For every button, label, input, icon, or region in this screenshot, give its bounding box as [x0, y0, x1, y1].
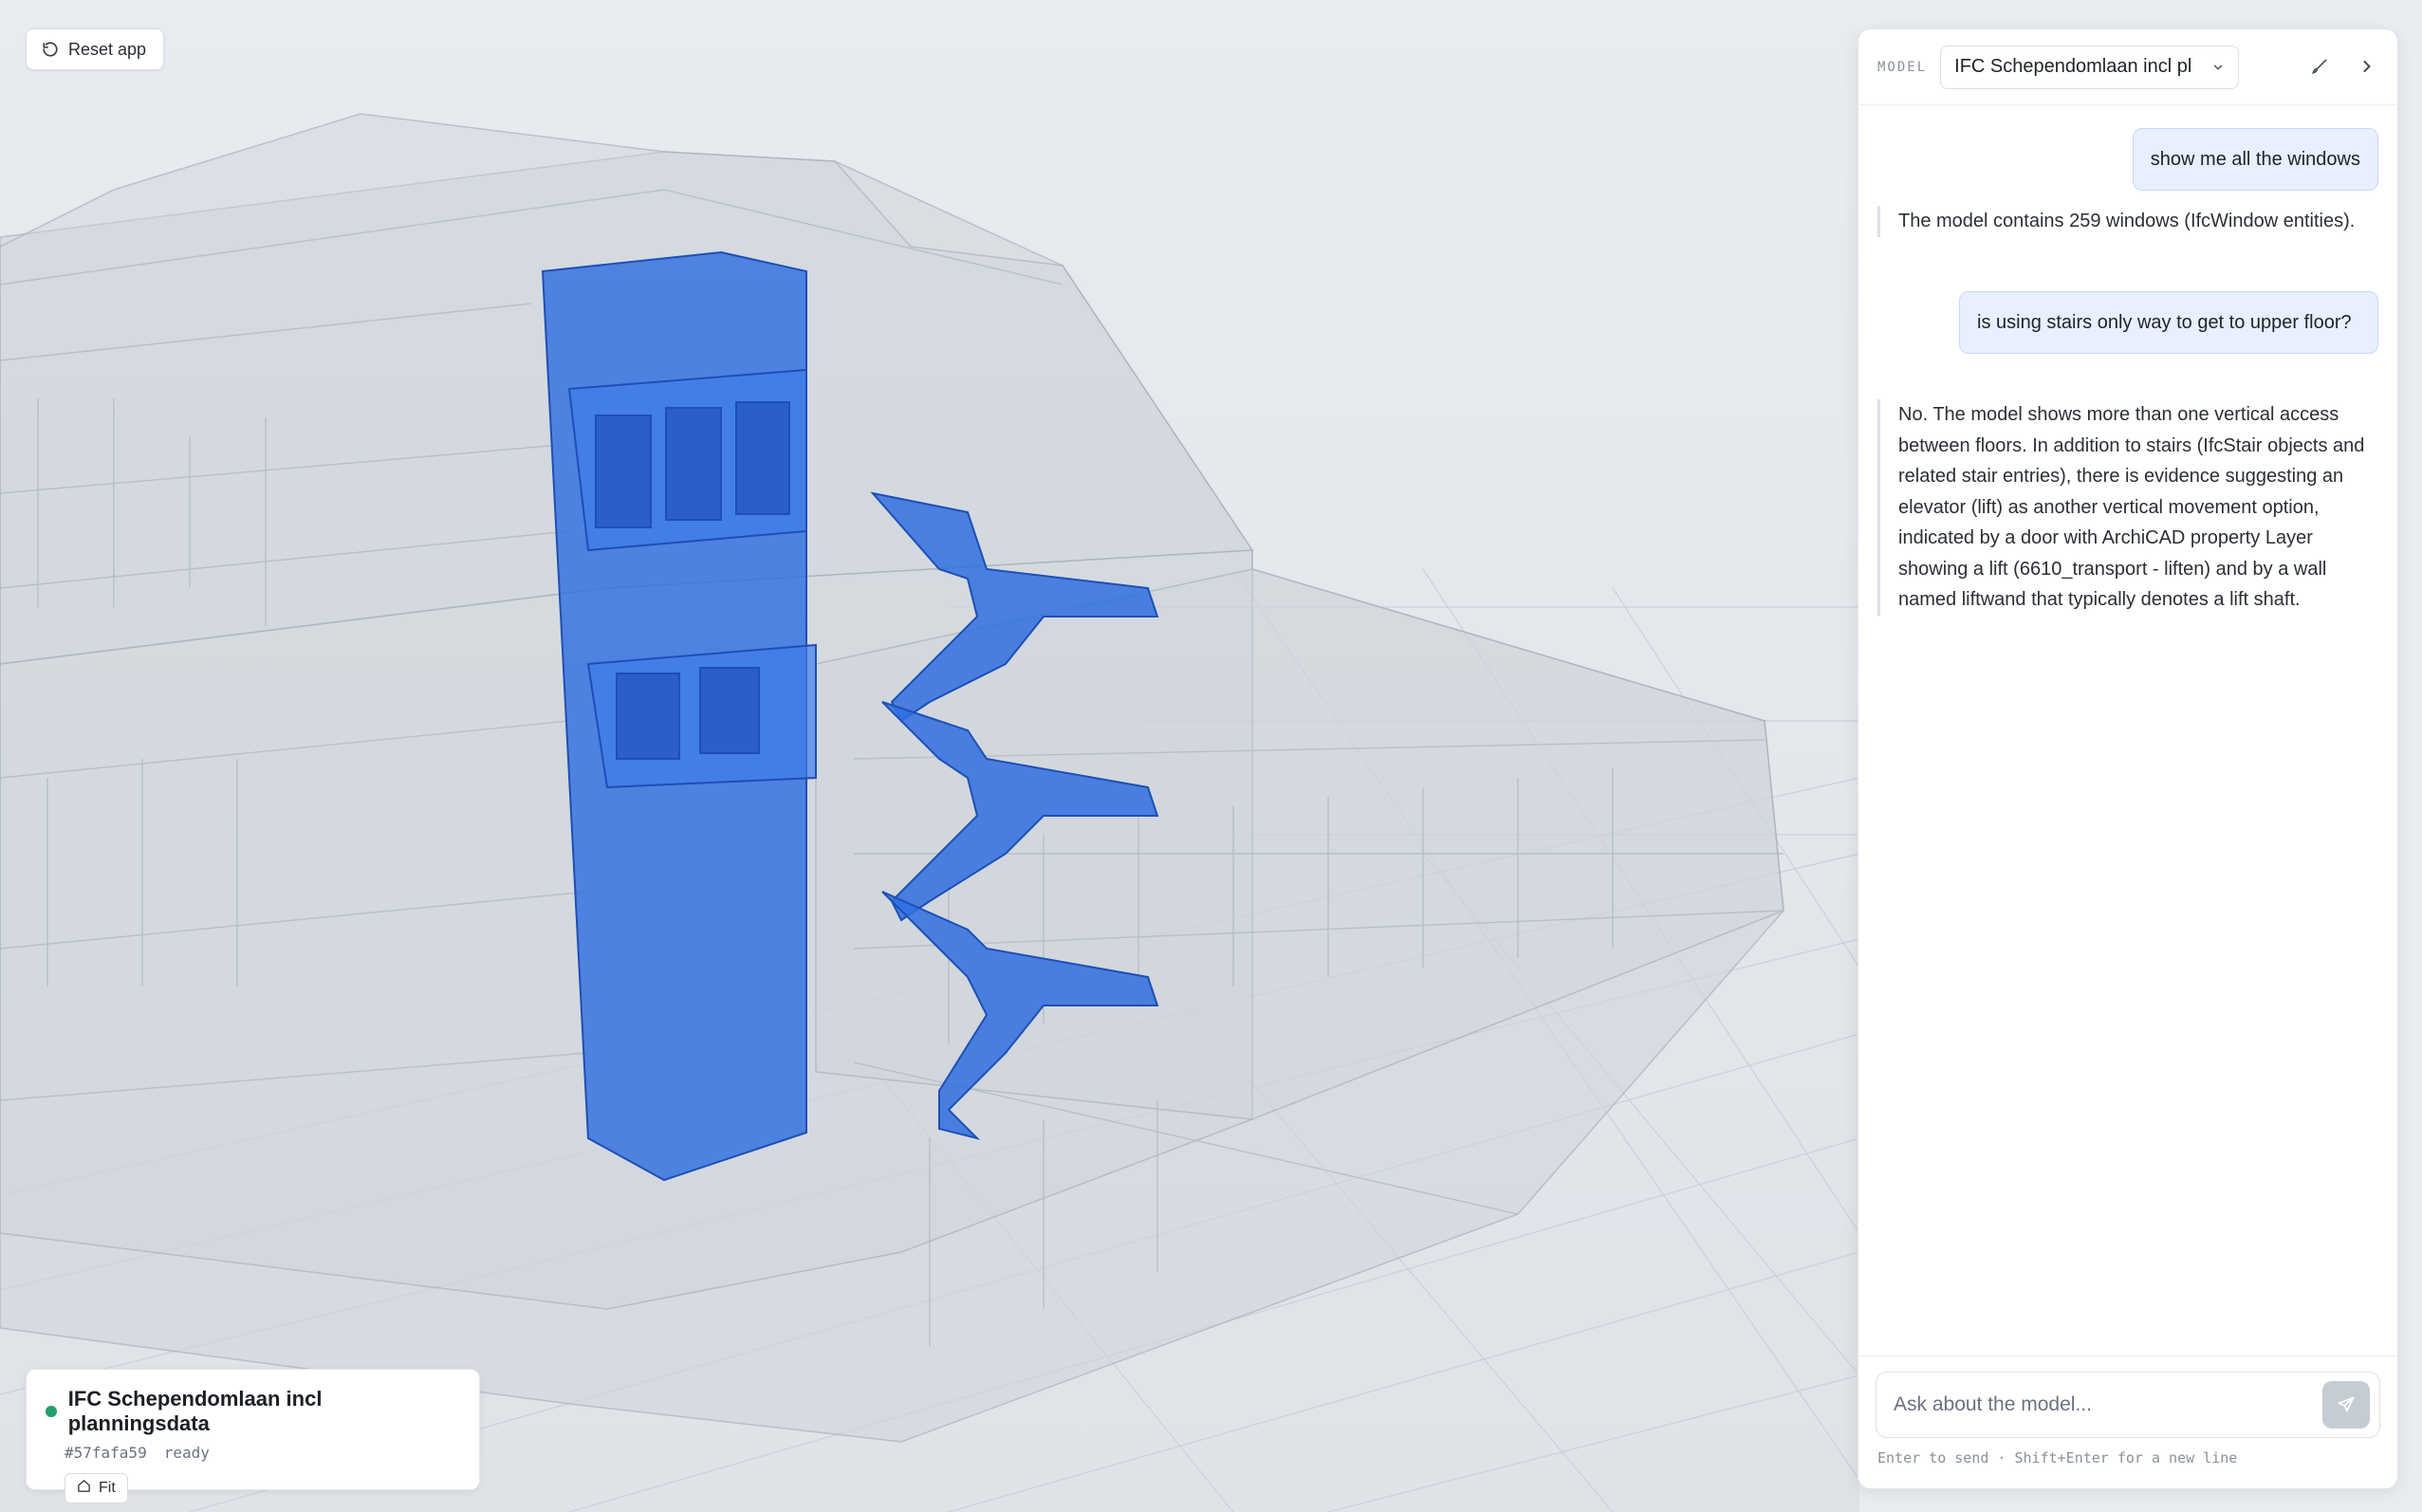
assistant-message: The model contains 259 windows (IfcWindo… — [1877, 206, 2371, 237]
reset-app-button[interactable]: Reset app — [26, 28, 165, 70]
model-status-card: IFC Schependomlaan incl planningsdata #5… — [26, 1369, 480, 1503]
send-button[interactable] — [2322, 1381, 2370, 1429]
model-label: MODEL — [1877, 59, 1928, 75]
model-state: ready — [163, 1444, 210, 1462]
model-select-value: IFC Schependomlaan incl pl — [1954, 56, 2192, 77]
model-hash: #57fafa59 — [65, 1444, 147, 1462]
chevron-right-icon[interactable] — [2357, 57, 2378, 78]
composer-hint: Enter to send · Shift+Enter for a new li… — [1877, 1449, 2238, 1466]
send-icon — [2338, 1396, 2355, 1412]
fit-label: Fit — [99, 1480, 116, 1496]
reset-app-label: Reset app — [68, 39, 147, 59]
fit-button[interactable]: Fit — [65, 1473, 128, 1503]
chevron-down-icon — [2211, 61, 2225, 74]
model-name: IFC Schependomlaan incl planningsdata — [67, 1387, 323, 1435]
chat-input-box[interactable] — [1876, 1372, 2380, 1438]
home-icon — [77, 1479, 91, 1498]
user-message: is using stairs only way to get to upper… — [1959, 291, 2378, 354]
message-list[interactable]: show me all the windows The model contai… — [1858, 105, 2397, 1355]
brush-icon[interactable] — [2310, 57, 2331, 78]
chat-input[interactable] — [1894, 1393, 2322, 1416]
chat-panel: MODEL IFC Schependomlaan incl pl show me… — [1858, 28, 2398, 1489]
composer: Enter to send · Shift+Enter for a new li… — [1858, 1355, 2397, 1488]
reset-icon — [42, 41, 59, 58]
status-indicator — [46, 1406, 57, 1417]
model-select[interactable]: IFC Schependomlaan incl pl — [1940, 45, 2240, 89]
assistant-message: No. The model shows more than one vertic… — [1877, 399, 2371, 616]
panel-header: MODEL IFC Schependomlaan incl pl — [1858, 29, 2397, 105]
user-message: show me all the windows — [2132, 128, 2378, 191]
model-render[interactable] — [0, 0, 1859, 1512]
